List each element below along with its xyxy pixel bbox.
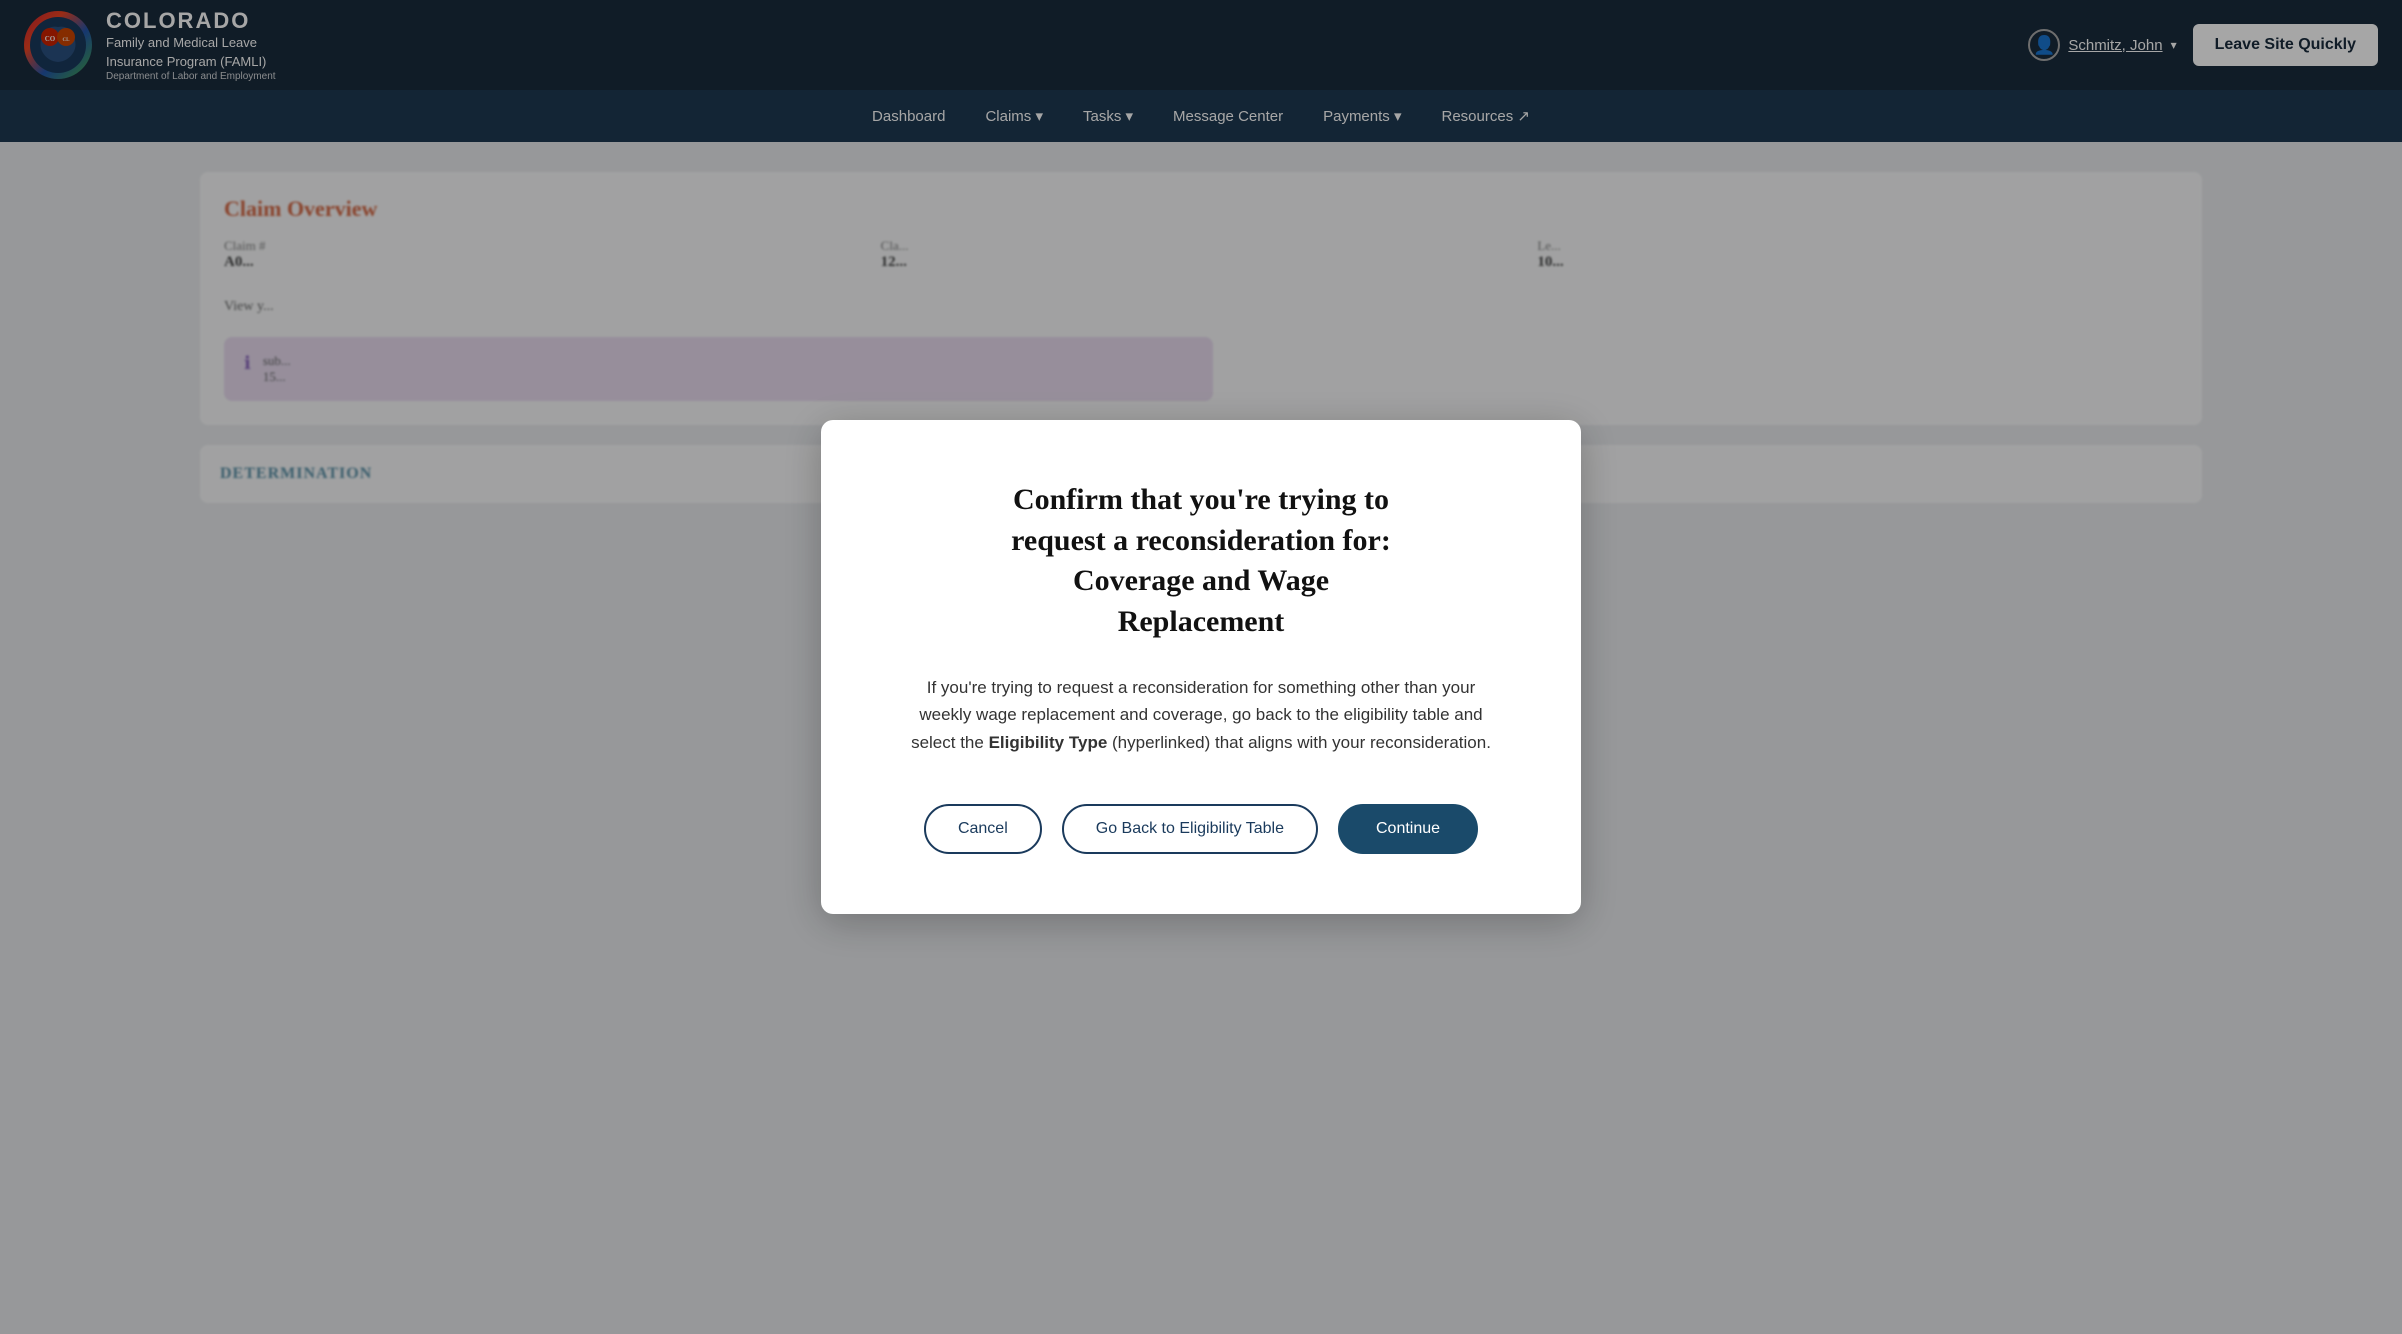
modal-dialog: Confirm that you're trying to request a … <box>821 420 1581 914</box>
modal-body-text: If you're trying to request a reconsider… <box>901 674 1501 756</box>
cancel-button[interactable]: Cancel <box>924 804 1042 854</box>
modal-title: Confirm that you're trying to request a … <box>901 480 1501 642</box>
modal-overlay: Confirm that you're trying to request a … <box>0 0 2402 1334</box>
continue-button[interactable]: Continue <box>1338 804 1478 854</box>
go-back-eligibility-button[interactable]: Go Back to Eligibility Table <box>1062 804 1318 854</box>
modal-actions: Cancel Go Back to Eligibility Table Cont… <box>901 804 1501 854</box>
